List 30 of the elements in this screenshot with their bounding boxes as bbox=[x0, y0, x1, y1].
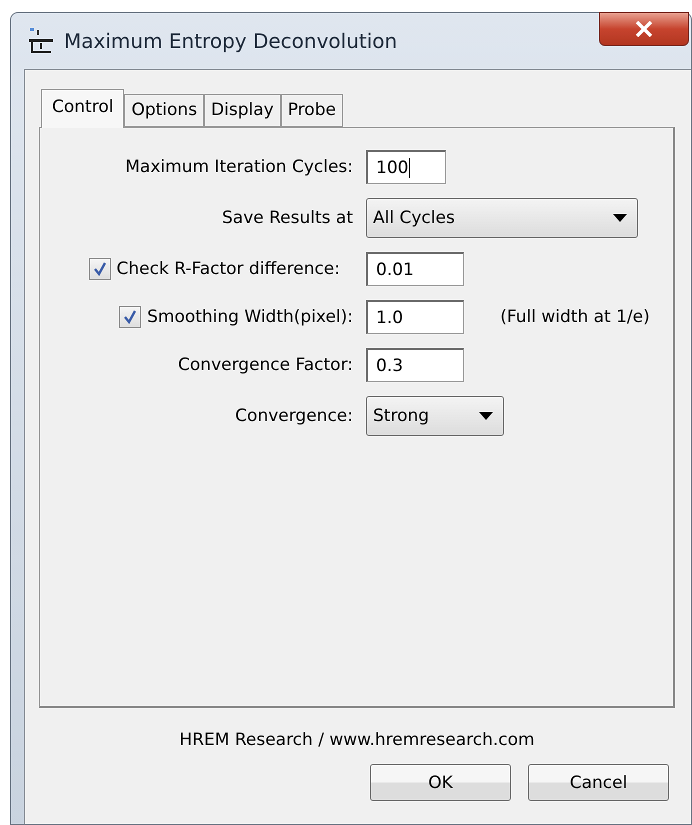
close-icon bbox=[635, 21, 653, 37]
dialog-button[interactable]: OK bbox=[370, 764, 511, 801]
field-label: Convergence: bbox=[235, 406, 353, 426]
field-label: Smoothing Width(pixel): bbox=[147, 307, 353, 327]
dropdown-arrow-icon bbox=[613, 214, 627, 222]
tab[interactable]: Options bbox=[124, 94, 204, 127]
window-title: Maximum Entropy Deconvolution bbox=[64, 29, 398, 53]
input-field[interactable]: 0.3 bbox=[366, 348, 464, 382]
tab[interactable]: Control bbox=[41, 89, 124, 128]
field-label: Maximum Iteration Cycles: bbox=[125, 157, 353, 177]
checkbox[interactable] bbox=[88, 258, 111, 280]
field-label: Check R-Factor difference: bbox=[116, 259, 340, 279]
tab[interactable]: Display bbox=[204, 94, 281, 127]
dropdown-arrow-icon bbox=[479, 412, 493, 420]
tab[interactable]: Probe bbox=[280, 94, 343, 127]
input-field[interactable]: 100 bbox=[366, 150, 446, 184]
field-label: Save Results at bbox=[222, 208, 353, 228]
input-field[interactable]: 0.01 bbox=[366, 252, 464, 286]
dropdown[interactable]: Strong bbox=[366, 396, 504, 436]
footer-text: HREM Research / www.hremresearch.com bbox=[179, 730, 535, 750]
checkmark-icon bbox=[92, 262, 107, 276]
dropdown[interactable]: All Cycles bbox=[366, 198, 638, 238]
checkbox[interactable] bbox=[119, 306, 142, 328]
dialog-button[interactable]: Cancel bbox=[528, 764, 669, 801]
input-field[interactable]: 1.0 bbox=[366, 300, 464, 334]
hint-text: (Full width at 1/e) bbox=[500, 307, 651, 327]
checkmark-icon bbox=[123, 310, 138, 324]
field-label: Convergence Factor: bbox=[178, 355, 353, 375]
app-icon bbox=[28, 27, 54, 55]
close-button[interactable] bbox=[599, 12, 689, 46]
